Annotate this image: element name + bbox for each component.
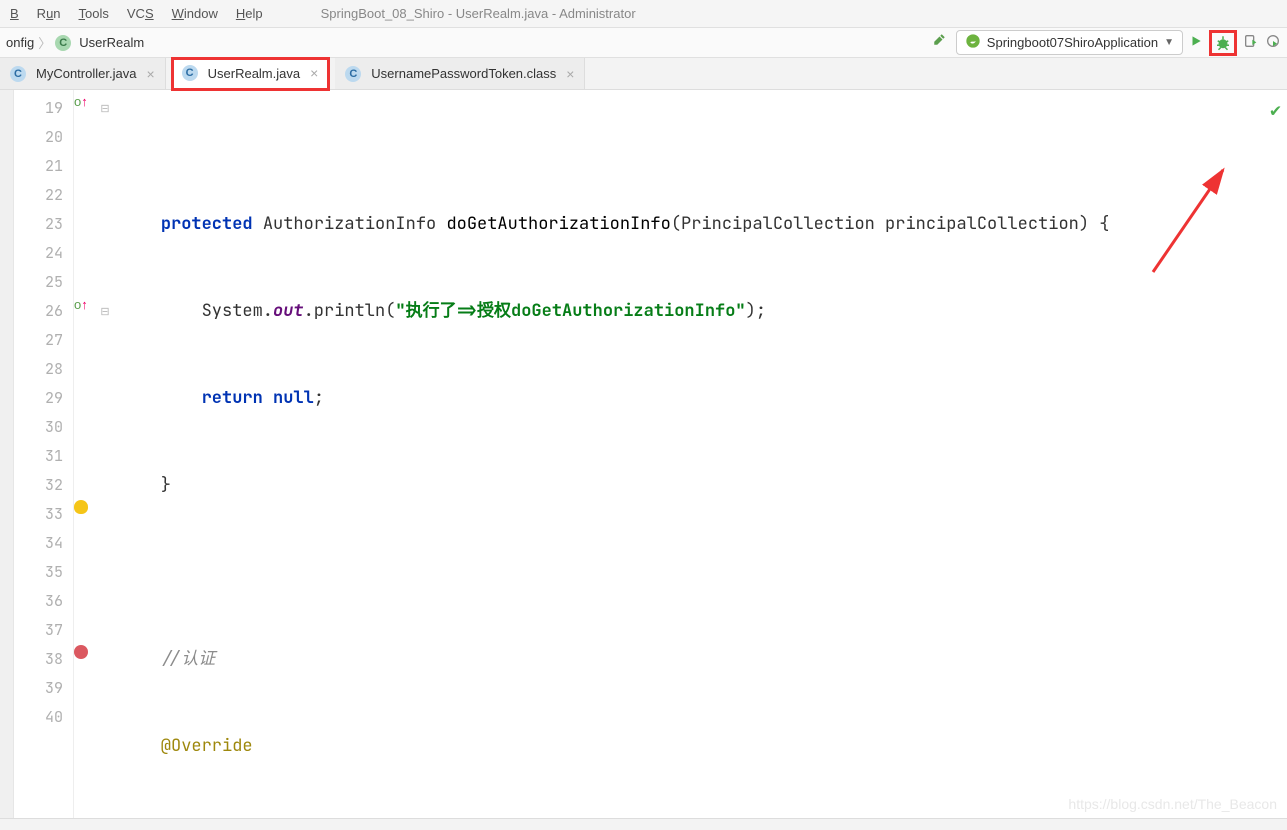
line-number[interactable]: 27 bbox=[14, 326, 73, 355]
override-icon[interactable]: o↑ bbox=[74, 94, 88, 109]
menu-window[interactable]: Window bbox=[172, 6, 218, 21]
line-number[interactable]: 19 bbox=[14, 94, 73, 123]
gutter-marks: o↑ o↑ bbox=[74, 90, 96, 818]
line-number[interactable]: 29 bbox=[14, 384, 73, 413]
menu-run[interactable]: Run bbox=[37, 6, 61, 21]
status-bar bbox=[0, 818, 1287, 830]
override-icon[interactable]: o↑ bbox=[74, 297, 88, 312]
line-number[interactable]: 23 bbox=[14, 210, 73, 239]
line-number[interactable]: 40 bbox=[14, 703, 73, 732]
menu-vcs[interactable]: VCS bbox=[127, 6, 154, 21]
profile-icon[interactable] bbox=[1265, 33, 1281, 52]
line-number[interactable]: 28 bbox=[14, 355, 73, 384]
tab-label: MyController.java bbox=[36, 66, 136, 81]
line-number[interactable]: 22 bbox=[14, 181, 73, 210]
line-number[interactable]: 31 bbox=[14, 442, 73, 471]
watermark: https://blog.csdn.net/The_Beacon bbox=[1068, 796, 1277, 812]
line-number[interactable]: 21 bbox=[14, 152, 73, 181]
fold-column: ⊟ ⊟ bbox=[96, 90, 114, 818]
menu-bar: B Run Tools VCS Window Help SpringBoot_0… bbox=[0, 0, 1287, 28]
run-config-name: Springboot07ShiroApplication bbox=[987, 35, 1158, 50]
editor: 19 20 21 22 23 24 25 26 27 28 29 30 31 3… bbox=[0, 90, 1287, 818]
menu-tools[interactable]: Tools bbox=[79, 6, 109, 21]
fold-icon[interactable]: ⊟ bbox=[100, 102, 109, 115]
menu-help[interactable]: Help bbox=[236, 6, 263, 21]
close-icon[interactable]: × bbox=[310, 65, 318, 81]
line-number[interactable]: 35 bbox=[14, 558, 73, 587]
line-number[interactable]: 26 bbox=[14, 297, 73, 326]
tab-mycontroller[interactable]: C MyController.java × bbox=[0, 58, 166, 89]
breakpoint-icon[interactable] bbox=[74, 645, 88, 659]
build-icon[interactable] bbox=[932, 32, 950, 53]
line-number[interactable]: 25 bbox=[14, 268, 73, 297]
spring-icon bbox=[965, 33, 981, 52]
chevron-down-icon: ▼ bbox=[1164, 37, 1174, 48]
intention-bulb-icon[interactable] bbox=[74, 500, 88, 514]
class-icon: C bbox=[345, 66, 361, 82]
close-icon[interactable]: × bbox=[146, 66, 154, 82]
class-icon: C bbox=[182, 65, 198, 81]
debug-button[interactable] bbox=[1209, 30, 1237, 56]
inspection-ok-icon[interactable]: ✔ bbox=[1270, 96, 1281, 125]
fold-icon[interactable]: ⊟ bbox=[100, 305, 109, 318]
editor-tabs: C MyController.java × C UserRealm.java ×… bbox=[0, 58, 1287, 90]
line-number[interactable]: 24 bbox=[14, 239, 73, 268]
breadcrumb-sep: 〉 bbox=[38, 33, 51, 52]
breadcrumb-file[interactable]: UserRealm bbox=[79, 35, 144, 50]
left-stripe bbox=[0, 90, 14, 818]
breadcrumb: onfig 〉 C UserRealm bbox=[6, 33, 144, 52]
breadcrumb-parent[interactable]: onfig bbox=[6, 35, 34, 50]
class-icon: C bbox=[10, 66, 26, 82]
line-number[interactable]: 39 bbox=[14, 674, 73, 703]
run-toolbar: Springboot07ShiroApplication ▼ bbox=[932, 30, 1281, 56]
line-number[interactable]: 30 bbox=[14, 413, 73, 442]
window-title: SpringBoot_08_Shiro - UserRealm.java - A… bbox=[321, 6, 636, 21]
tab-userrealm[interactable]: C UserRealm.java × bbox=[172, 58, 330, 90]
tab-label: UsernamePasswordToken.class bbox=[371, 66, 556, 81]
nav-bar: onfig 〉 C UserRealm Springboot07ShiroApp… bbox=[0, 28, 1287, 58]
menu-build[interactable]: B bbox=[10, 6, 19, 21]
close-icon[interactable]: × bbox=[566, 66, 574, 82]
line-gutter: 19 20 21 22 23 24 25 26 27 28 29 30 31 3… bbox=[14, 90, 74, 818]
run-coverage-icon[interactable] bbox=[1243, 33, 1259, 52]
line-number[interactable]: 34 bbox=[14, 529, 73, 558]
code-area[interactable]: ✔ protected AuthorizationInfo doGetAutho… bbox=[114, 90, 1287, 818]
line-number[interactable]: 32 bbox=[14, 471, 73, 500]
line-number[interactable]: 36 bbox=[14, 587, 73, 616]
run-configuration-selector[interactable]: Springboot07ShiroApplication ▼ bbox=[956, 30, 1183, 55]
line-number[interactable]: 38 bbox=[14, 645, 73, 674]
run-button[interactable] bbox=[1189, 34, 1203, 51]
tab-label: UserRealm.java bbox=[208, 66, 300, 81]
line-number[interactable]: 33 bbox=[14, 500, 73, 529]
line-number[interactable]: 37 bbox=[14, 616, 73, 645]
line-number[interactable]: 20 bbox=[14, 123, 73, 152]
class-icon: C bbox=[55, 35, 71, 51]
tab-usernamepasswordtoken[interactable]: C UsernamePasswordToken.class × bbox=[335, 58, 585, 89]
